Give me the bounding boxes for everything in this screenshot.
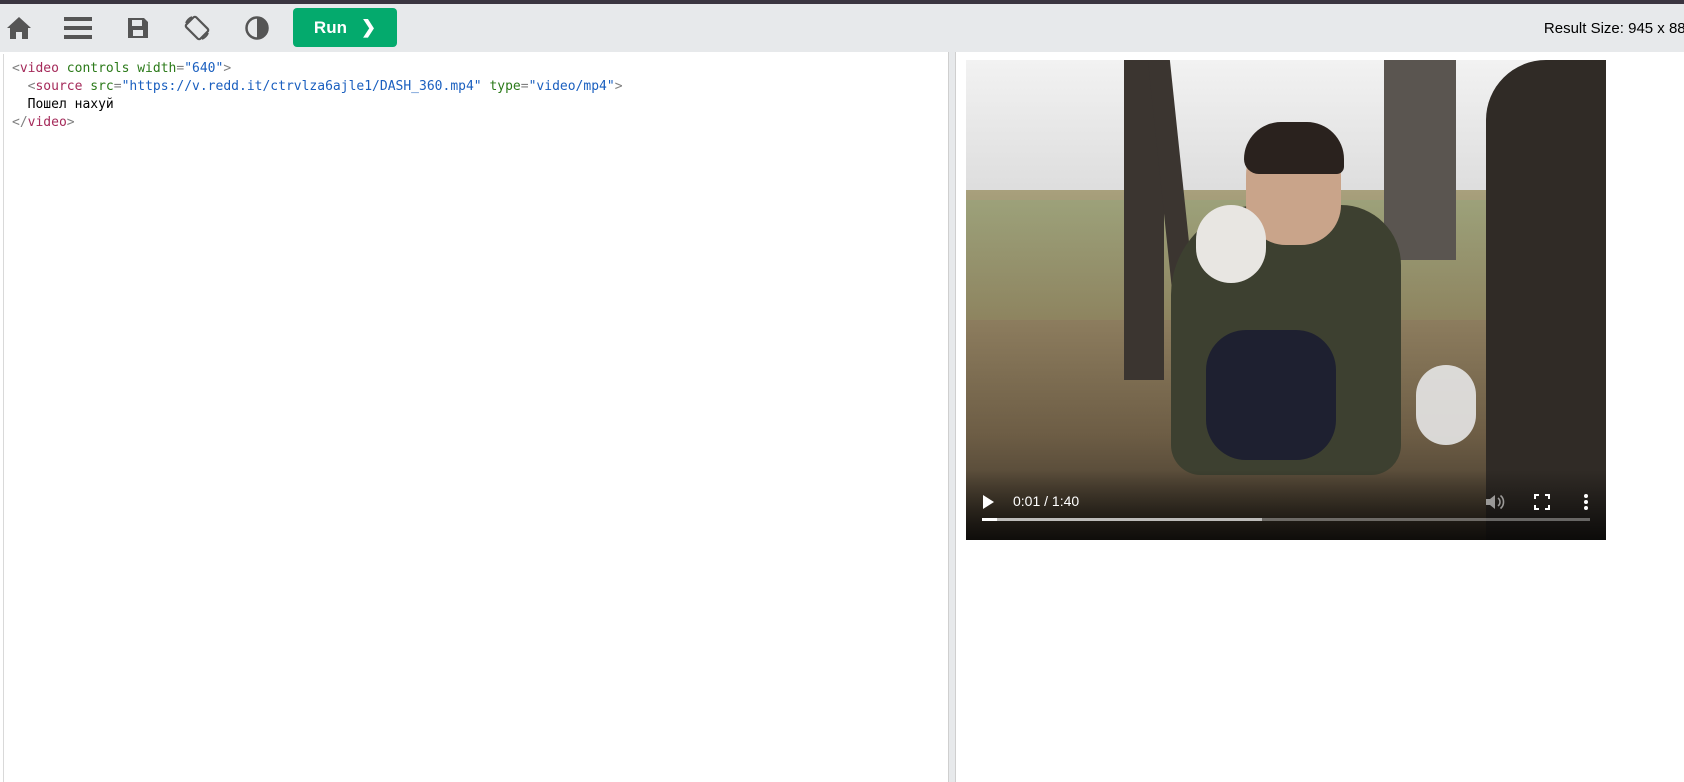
code-editor[interactable]: <video controls width="640"> <source src… [3, 54, 949, 782]
volume-icon[interactable] [1484, 492, 1506, 512]
code-tag-name: video [19, 61, 59, 76]
code-bracket: > [614, 79, 623, 94]
video-time: 0:01 / 1:40 [1013, 493, 1080, 509]
menu-icon[interactable] [62, 12, 94, 44]
run-button[interactable]: Run ❯ [293, 8, 397, 47]
result-size-label: Result Size: 945 x 880 [1543, 20, 1684, 37]
video-progress-bar[interactable] [982, 518, 1590, 521]
code-attr-name: src [82, 79, 114, 94]
plastic-bag [1416, 365, 1476, 445]
code-line: Пошел нахуй [12, 96, 623, 114]
contrast-icon[interactable] [241, 12, 273, 44]
code-attr-name: controls width [58, 61, 177, 76]
code-line: <video controls width="640"> [12, 60, 623, 78]
person-hair [1244, 122, 1344, 174]
result-pane: 0:01 / 1:40 [957, 52, 1684, 782]
code-attr-value: "video/mp4" [528, 79, 615, 94]
code-text: Пошел нахуй [12, 97, 114, 112]
chevron-right-icon: ❯ [360, 17, 377, 37]
code-line: <source src="https://v.redd.it/ctrvlza6a… [12, 78, 623, 96]
code-tag-name: video [27, 115, 67, 130]
home-icon[interactable] [3, 12, 35, 44]
video-played-bar [982, 518, 998, 521]
code-bracket: > [223, 61, 232, 76]
save-icon[interactable] [122, 12, 154, 44]
fullscreen-icon[interactable] [1532, 492, 1552, 512]
code-line: </video> [12, 114, 623, 132]
white-bag [1196, 205, 1266, 283]
pane-resize-handle[interactable] [948, 52, 956, 782]
run-button-label: Run [313, 17, 347, 37]
play-icon[interactable] [978, 492, 998, 512]
video-buffered-bar [982, 518, 1262, 521]
more-options-icon[interactable] [1576, 492, 1596, 512]
tree-trunk [1384, 60, 1456, 260]
person-legs [1206, 330, 1336, 460]
toolbar: Run ❯ Result Size: 945 x 880 [0, 4, 1684, 52]
code-bracket: < [12, 61, 20, 76]
code-attr-value: "https://v.redd.it/ctrvlza6ajle1/DASH_36… [121, 79, 482, 94]
rotate-icon[interactable] [181, 12, 213, 44]
code-content[interactable]: <video controls width="640"> <source src… [12, 60, 623, 132]
video-player[interactable]: 0:01 / 1:40 [966, 60, 1606, 540]
code-equals: = [113, 79, 122, 94]
tree-trunk [1486, 60, 1606, 540]
video-controls: 0:01 / 1:40 [966, 470, 1606, 540]
code-attr-value: "640" [184, 61, 224, 76]
code-bracket: </ [12, 115, 28, 130]
code-equals: = [520, 79, 529, 94]
code-bracket: > [66, 115, 75, 130]
code-attr-name: type [481, 79, 521, 94]
code-tag-name: source [35, 79, 83, 94]
